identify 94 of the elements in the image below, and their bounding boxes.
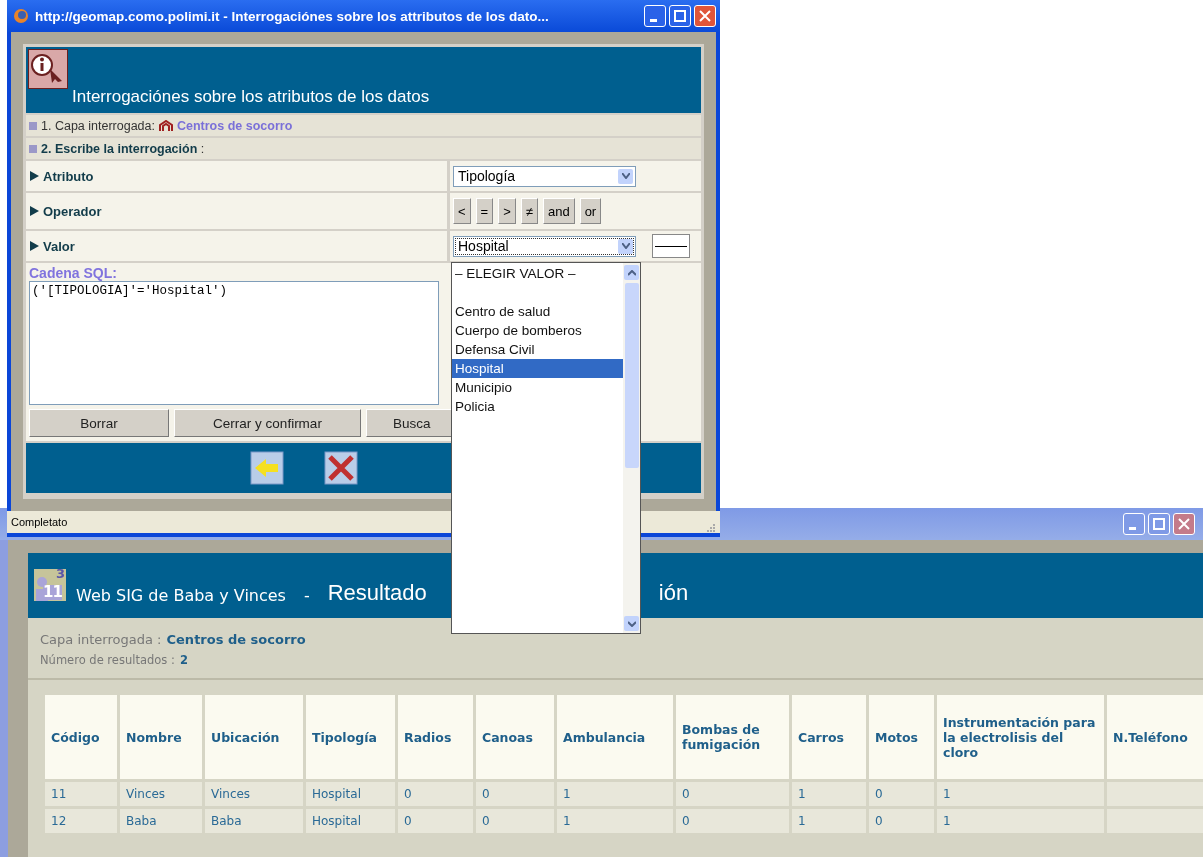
status-text: Completato: [11, 516, 68, 528]
site-name: Web SIG de Baba y Vinces: [76, 586, 286, 605]
table-cell: 1: [937, 809, 1104, 833]
column-header: Código: [45, 695, 117, 779]
maximize-icon: [674, 10, 686, 22]
table-cell: 0: [476, 809, 554, 833]
operator-button[interactable]: <: [453, 198, 471, 224]
bullet-icon: [29, 144, 37, 153]
column-header: Bombas de fumigación: [676, 695, 789, 779]
field-label: Atributo: [43, 168, 94, 184]
layer-name: Centros de socorro: [166, 632, 306, 647]
table-cell: 1: [937, 782, 1104, 806]
maximize-button[interactable]: [669, 5, 691, 27]
close-icon: [699, 10, 711, 22]
table-cell: 1: [557, 782, 673, 806]
dropdown-field[interactable]: Tipología: [453, 165, 636, 187]
table-cell: 0: [398, 782, 473, 806]
logo-icon: 3 11: [34, 568, 66, 601]
page-title: ión: [658, 579, 689, 606]
table-cell: 11: [45, 782, 117, 806]
operator-button[interactable]: ≠: [520, 198, 538, 224]
close-icon: [1178, 518, 1190, 530]
close-button[interactable]: [694, 5, 716, 27]
column-header: Carros: [792, 695, 866, 779]
building-icon: [158, 119, 173, 132]
page-title: Resultado: [327, 579, 427, 606]
column-header: Canoas: [476, 695, 554, 779]
window-title: http://geomap.como.polimi.it - Interrogaciónes sobre los attributos de los dato...: [35, 8, 550, 24]
operator-button[interactable]: >: [498, 198, 516, 224]
column-header: Tipología: [306, 695, 395, 779]
table-cell: 0: [476, 782, 554, 806]
table-cell: 0: [398, 809, 473, 833]
table-cell: 0: [676, 809, 789, 833]
field-label: Operador: [43, 203, 102, 219]
triangle-icon: [30, 171, 39, 181]
column-header: N.Teléfono: [1107, 695, 1203, 779]
dropdown-option[interactable]: Defensa Civil: [452, 340, 623, 359]
column-header: Ubicación: [205, 695, 303, 779]
field-label: Valor: [43, 238, 75, 254]
scroll-up-icon: [624, 265, 639, 280]
dropdown-option[interactable]: Centro de salud: [452, 302, 623, 321]
bullet-icon: [29, 121, 37, 130]
step-label: 1. Capa interrogada:: [41, 118, 155, 133]
table-cell: 0: [869, 782, 934, 806]
table-cell: 0: [676, 782, 789, 806]
scroll-down-icon: [624, 616, 639, 631]
table-cell: Hospital: [306, 782, 395, 806]
action-button[interactable]: Borrar: [29, 409, 169, 437]
column-header: Instrumentación para la electrolisis del cloro: [937, 695, 1104, 779]
step-label: 2. Escribe la interrogación :: [41, 141, 205, 156]
result-count: 2: [179, 653, 188, 667]
cancel-button[interactable]: [323, 451, 358, 485]
dropdown-option[interactable]: – ELEGIR VALOR –: [452, 264, 623, 283]
minimize-button[interactable]: [644, 5, 666, 27]
resize-grip-icon: [706, 523, 716, 533]
layer-label: Capa interrogada :: [40, 632, 162, 647]
maximize-icon: [1153, 518, 1165, 530]
sql-label: Cadena SQL:: [29, 265, 117, 281]
table-cell: 0: [869, 809, 934, 833]
minimize-icon: [1128, 526, 1136, 530]
column-header: Radios: [398, 695, 473, 779]
dropdown-option[interactable]: Municipio: [452, 378, 623, 397]
dropdown-field[interactable]: Hospital: [453, 235, 636, 257]
table-cell: 1: [792, 809, 866, 833]
table-cell: Vinces: [120, 782, 202, 806]
operator-button[interactable]: or: [579, 198, 602, 224]
triangle-icon: [30, 206, 39, 216]
table-cell: 12: [45, 809, 117, 833]
dropdown-option[interactable]: Cuerpo de bomberos: [452, 321, 623, 340]
triangle-icon: [30, 241, 39, 251]
scrollbar[interactable]: [623, 263, 640, 633]
operator-button[interactable]: =: [475, 198, 494, 224]
count-label: Número de resultados :: [40, 653, 175, 667]
table-cell: 1: [792, 782, 866, 806]
column-header: Motos: [869, 695, 934, 779]
back-button[interactable]: [249, 451, 284, 485]
table-cell: Vinces: [205, 782, 303, 806]
line-style-swatch[interactable]: [652, 234, 690, 258]
minimize-icon: [649, 18, 657, 22]
table-cell: Hospital: [306, 809, 395, 833]
column-header: Ambulancia: [557, 695, 673, 779]
layer-name: Centros de socorro: [176, 118, 293, 133]
table-cell: Baba: [120, 809, 202, 833]
column-header: Nombre: [120, 695, 202, 779]
separator-text: -: [303, 586, 310, 605]
browser-icon: [13, 8, 29, 24]
dropdown-option[interactable]: Hospital: [452, 359, 623, 378]
action-button[interactable]: Cerrar y confirmar: [174, 409, 361, 437]
info-cursor-icon: [28, 49, 68, 89]
sql-text-area[interactable]: ('[TIPOLOGIA]'='Hospital'): [29, 281, 439, 405]
operator-button[interactable]: and: [542, 198, 575, 224]
table-cell: 1: [557, 809, 673, 833]
dialog-heading: Interrogaciónes sobre los atributos de los datos: [72, 87, 430, 107]
table-cell: Baba: [205, 809, 303, 833]
